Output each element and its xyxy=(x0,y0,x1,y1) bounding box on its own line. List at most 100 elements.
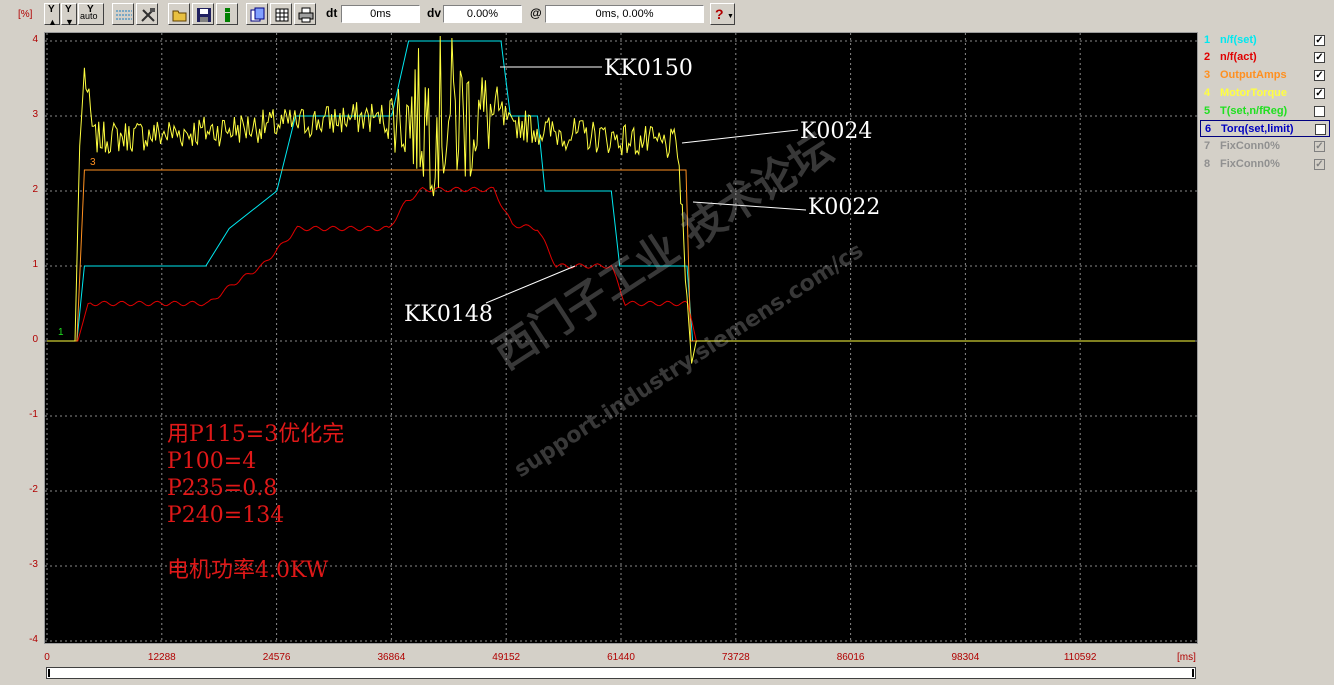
printer-icon xyxy=(298,7,314,23)
legend-number: 7 xyxy=(1204,140,1211,152)
annotation-kk0148: KK0148 xyxy=(404,302,493,327)
folder-open-icon xyxy=(172,10,187,22)
note-p240: P240=134 xyxy=(167,503,285,528)
y-tick-label: 4 xyxy=(32,34,38,45)
legend-item-1[interactable]: 1 n/f(set) ✓ xyxy=(1200,32,1330,49)
x-tick-label: 49152 xyxy=(492,652,521,663)
legend-checkbox[interactable] xyxy=(1314,106,1325,117)
legend-item-4[interactable]: 4 MotorTorque ✓ xyxy=(1200,85,1330,102)
arrow-up-icon: ▲ xyxy=(48,17,57,27)
trace-legend: 1 n/f(set) ✓ 2 n/f(act) ✓ 3 OutputAmps ✓… xyxy=(1200,32,1334,177)
legend-number: 4 xyxy=(1204,87,1211,99)
x-tick-label: 24576 xyxy=(262,652,291,663)
x-tick-label: 98304 xyxy=(951,652,980,663)
grid-button[interactable] xyxy=(112,3,134,25)
help-icon: ? xyxy=(715,6,724,22)
y-auto-button[interactable]: Y auto xyxy=(78,3,104,25)
tools-icon xyxy=(141,8,155,22)
y-tick-label: -3 xyxy=(29,559,38,570)
dv-field[interactable]: 0.00% xyxy=(443,5,522,23)
copy-icon xyxy=(250,7,265,22)
arrow-down-icon: ▼ xyxy=(65,17,74,27)
trace-chart[interactable] xyxy=(45,33,1197,643)
legend-number: 2 xyxy=(1204,51,1211,63)
save-button[interactable] xyxy=(192,3,214,25)
legend-item-8[interactable]: 8 FixConn0% ✓ xyxy=(1200,156,1330,173)
trace-marker-3: 3 xyxy=(90,157,96,168)
grid-icon xyxy=(116,10,132,20)
y-auto-sub-label: auto xyxy=(80,11,98,21)
legend-checkbox[interactable]: ✓ xyxy=(1314,52,1325,63)
legend-checkbox[interactable]: ✓ xyxy=(1314,141,1325,152)
x-tick-label: 110592 xyxy=(1063,652,1097,663)
time-scrollbar[interactable] xyxy=(46,667,1196,679)
y-tick-label: -2 xyxy=(29,484,38,495)
legend-checkbox[interactable]: ✓ xyxy=(1314,35,1325,46)
y-zoom-up-button[interactable]: Y ▲ xyxy=(44,3,60,27)
y-tick-label: -1 xyxy=(29,409,38,420)
legend-number: 3 xyxy=(1204,69,1211,81)
legend-number: 5 xyxy=(1204,105,1211,117)
legend-number: 1 xyxy=(1204,34,1211,46)
x-tick-label: 36864 xyxy=(377,652,406,663)
dt-label: dt xyxy=(326,6,338,20)
x-tick-label: 0 xyxy=(44,652,50,663)
note-motor-power: 电机功率4.0KW xyxy=(167,558,329,583)
help-button[interactable]: ? ▼ xyxy=(710,3,735,25)
open-button[interactable] xyxy=(168,3,190,25)
legend-checkbox[interactable] xyxy=(1315,124,1326,135)
legend-number: 6 xyxy=(1205,123,1212,135)
x-unit-label: [ms] xyxy=(1177,652,1196,663)
note-p235: P235=0.8 xyxy=(167,476,278,501)
table-button[interactable] xyxy=(270,3,292,25)
table-icon xyxy=(275,8,289,22)
legend-label: FixConn0% xyxy=(1220,140,1280,152)
info-icon xyxy=(225,8,230,22)
legend-label: FixConn0% xyxy=(1220,158,1280,170)
legend-number: 8 xyxy=(1204,158,1211,170)
annotation-kk0150: KK0150 xyxy=(604,56,693,81)
toolbar: [%] Y ▲ Y ▼ Y auto dt 0ms dv 0.00% @ 0ms… xyxy=(0,0,1334,30)
legend-label: Torq(set,limit) xyxy=(1221,123,1294,135)
x-tick-label: 73728 xyxy=(721,652,750,663)
note-p100: P100=4 xyxy=(167,449,257,474)
cursor-position-field[interactable]: 0ms, 0.00% xyxy=(545,5,704,23)
annotation-k0022: K0022 xyxy=(808,195,881,220)
y-tick-label: 1 xyxy=(32,259,38,270)
print-button[interactable] xyxy=(294,3,316,25)
x-tick-label: 86016 xyxy=(836,652,865,663)
legend-item-7[interactable]: 7 FixConn0% ✓ xyxy=(1200,138,1330,155)
legend-label: T(set,n/fReg) xyxy=(1220,105,1288,117)
copy-button[interactable] xyxy=(246,3,268,25)
dt-field[interactable]: 0ms xyxy=(341,5,420,23)
scrollbar-right-handle[interactable] xyxy=(1192,669,1194,677)
y-tick-label: -4 xyxy=(29,634,38,645)
y-tick-label: 3 xyxy=(32,109,38,120)
dv-label: dv xyxy=(427,6,442,20)
legend-label: n/f(act) xyxy=(1220,51,1257,63)
legend-checkbox[interactable]: ✓ xyxy=(1314,70,1325,81)
y-unit-label: [%] xyxy=(18,9,33,20)
at-label: @ xyxy=(530,6,542,20)
legend-item-5[interactable]: 5 T(set,n/fReg) xyxy=(1200,103,1330,120)
legend-item-6[interactable]: 6 Torq(set,limit) xyxy=(1200,120,1330,137)
legend-checkbox[interactable]: ✓ xyxy=(1314,159,1325,170)
y-zoom-down-button[interactable]: Y ▼ xyxy=(61,3,77,27)
legend-label: n/f(set) xyxy=(1220,34,1257,46)
info-button[interactable] xyxy=(216,3,238,25)
scrollbar-left-handle[interactable] xyxy=(48,669,50,677)
y-tick-label: 0 xyxy=(32,334,38,345)
legend-item-3[interactable]: 3 OutputAmps ✓ xyxy=(1200,67,1330,84)
legend-label: MotorTorque xyxy=(1220,87,1288,99)
legend-checkbox[interactable]: ✓ xyxy=(1314,88,1325,99)
x-tick-label: 12288 xyxy=(147,652,176,663)
trace-marker-1: 1 xyxy=(58,327,64,338)
tools-button[interactable] xyxy=(136,3,158,25)
legend-item-2[interactable]: 2 n/f(act) ✓ xyxy=(1200,49,1330,66)
chevron-down-icon: ▼ xyxy=(727,13,734,20)
floppy-disk-icon xyxy=(197,8,211,22)
note-optimization: 用P115=3优化完 xyxy=(167,422,345,447)
x-tick-label: 61440 xyxy=(607,652,635,663)
plot-area[interactable] xyxy=(44,32,1198,644)
y-tick-label: 2 xyxy=(32,184,38,195)
